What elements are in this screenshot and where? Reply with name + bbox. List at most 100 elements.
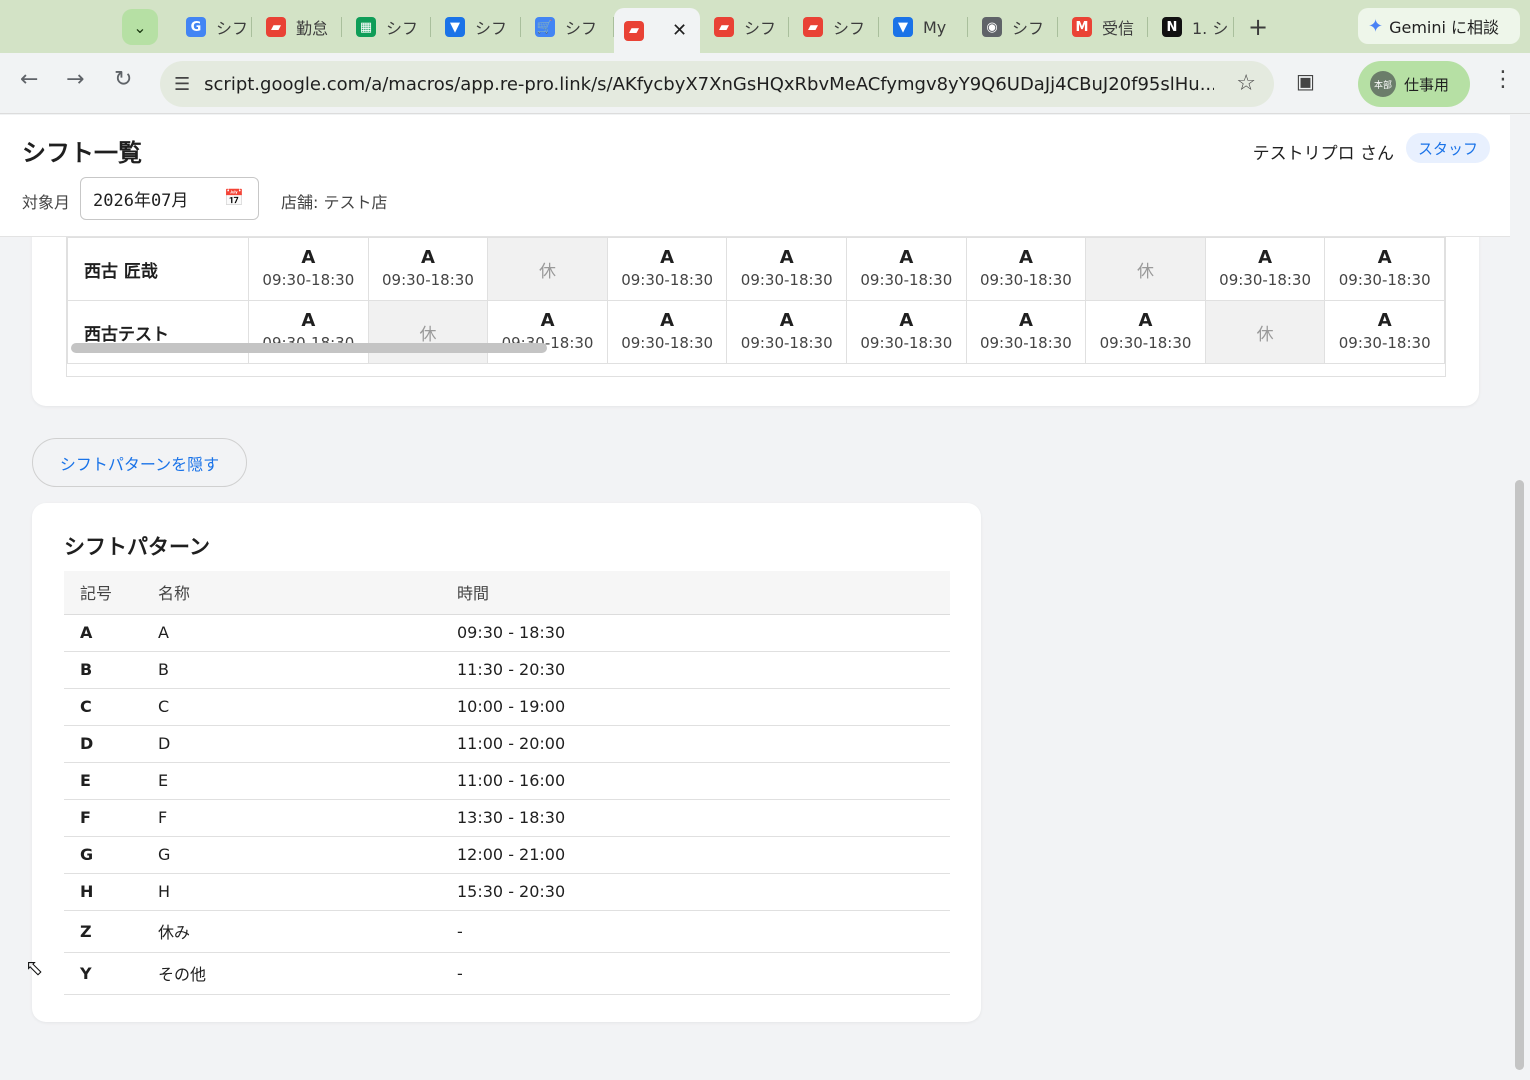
shift-cell[interactable]: A09:30-18:30 — [846, 237, 967, 301]
shift-symbol: A — [779, 247, 794, 268]
pattern-row: F F 13:30 - 18:30 — [64, 799, 950, 837]
pattern-row: Z 休み - — [64, 910, 950, 953]
pattern-row: Y その他 - — [64, 952, 950, 995]
browser-tab-label: シフ — [833, 19, 866, 38]
mouse-cursor-icon: ⬁ — [25, 956, 44, 981]
address-bar[interactable]: ☰ script.google.com/a/macros/app.re-pro.… — [160, 61, 1274, 107]
hide-patterns-button[interactable]: シフトパターンを隠す — [32, 438, 247, 487]
gemini-button[interactable]: ✦ Gemini に相談 — [1358, 8, 1520, 44]
shift-time: 09:30-18:30 — [1099, 334, 1192, 352]
gemini-sparkle-icon: ✦ — [1368, 15, 1384, 37]
forward-arrow-icon[interactable]: → — [66, 67, 84, 92]
shift-cell[interactable]: A09:30-18:30 — [487, 300, 608, 364]
tab-search-chevron-icon[interactable]: ⌄ — [122, 9, 158, 45]
browser-tab-label: 勤怠 — [296, 19, 329, 38]
cart-icon: 🛒 — [535, 17, 555, 37]
browser-tab[interactable]: ◉ シフ — [968, 8, 1058, 46]
browser-tab[interactable]: ▦ シフ — [342, 8, 431, 46]
browser-tab[interactable]: ▰ シフ — [789, 8, 879, 46]
shift-cell[interactable]: A09:30-18:30 — [1324, 237, 1445, 301]
vertical-scrollbar[interactable] — [1515, 480, 1524, 1070]
shift-cell[interactable]: A09:30-18:30 — [965, 237, 1087, 301]
staff-name: 西古テスト — [67, 300, 250, 364]
pattern-row: H H 15:30 - 20:30 — [64, 873, 950, 911]
shift-cell-off[interactable]: 休 — [367, 300, 489, 364]
calendar-icon[interactable]: 📅 — [224, 188, 244, 207]
shift-cell[interactable]: A09:30-18:30 — [965, 300, 1087, 364]
browser-tab[interactable]: M 受信 — [1058, 8, 1148, 46]
tab-separator — [1233, 17, 1234, 37]
shift-cell[interactable]: A09:30-18:30 — [248, 300, 369, 364]
browser-tab-label: シフ — [475, 19, 508, 38]
shift-symbol: A — [301, 310, 316, 331]
shift-cell[interactable]: A09:30-18:30 — [1324, 300, 1445, 364]
notion-icon: N — [1162, 17, 1182, 37]
shift-symbol: A — [420, 247, 435, 268]
pattern-time: 12:00 - 21:00 — [457, 836, 950, 874]
pattern-symbol: G — [64, 836, 158, 874]
shift-time: 09:30-18:30 — [860, 334, 953, 352]
shift-symbol: A — [660, 310, 675, 331]
browser-tab[interactable]: ▼ My — [879, 8, 968, 46]
back-arrow-icon[interactable]: ← — [20, 67, 38, 92]
browser-tab[interactable]: G シフ — [172, 8, 252, 46]
browser-tab[interactable]: ▰ シフ — [700, 8, 789, 46]
pattern-symbol: E — [64, 762, 158, 800]
browser-tab[interactable]: ▰ ✕ — [614, 8, 700, 53]
gemini-label: Gemini に相談 — [1389, 18, 1500, 37]
reload-icon[interactable]: ↻ — [114, 67, 132, 92]
shift-time: 09:30-18:30 — [1338, 334, 1431, 352]
shift-cell[interactable]: A09:30-18:30 — [248, 237, 369, 301]
shift-cell[interactable]: A09:30-18:30 — [726, 300, 848, 364]
shift-cell-off[interactable]: 休 — [487, 237, 608, 301]
browser-tab[interactable]: ▼ シフ — [431, 8, 521, 46]
pattern-name: H — [158, 873, 457, 911]
browser-tab[interactable]: 🛒 シフ — [521, 8, 614, 46]
pattern-time: 09:30 - 18:30 — [457, 614, 950, 652]
browser-tab[interactable]: N 1. シ — [1148, 8, 1234, 46]
profile-button[interactable]: 本部 仕事用 — [1358, 61, 1470, 107]
shift-cell[interactable]: A09:30-18:30 — [726, 237, 848, 301]
shift-symbol: A — [899, 310, 914, 331]
shift-cell-off[interactable]: 休 — [1204, 300, 1326, 364]
patterns-title: シフトパターン — [64, 535, 210, 559]
shift-time: 09:30-18:30 — [1219, 271, 1312, 289]
new-tab-plus-icon[interactable]: + — [1248, 13, 1268, 41]
google-icon: G — [186, 17, 206, 37]
pattern-symbol: Y — [64, 952, 158, 995]
url-text[interactable]: script.google.com/a/macros/app.re-pro.li… — [204, 74, 1214, 95]
browser-tab-label: シフ — [1012, 19, 1045, 38]
column-header: 名称 — [158, 571, 457, 615]
shift-time: 09:30-18:30 — [382, 271, 474, 289]
schedule-row: 西古テスト A 09:30-18:30 休 A 09:30-18:30 A 09:30-18:… — [67, 300, 1445, 364]
apps-script-icon: ▰ — [266, 17, 286, 37]
globe-icon: ◉ — [982, 17, 1002, 37]
shift-time: 09:30-18:30 — [1338, 271, 1431, 289]
shift-cell-off[interactable]: 休 — [1085, 237, 1206, 301]
browser-tab-label: 受信 — [1102, 19, 1135, 38]
pattern-name: D — [158, 725, 457, 763]
browser-tab[interactable]: ▰ 勤怠 — [252, 8, 342, 46]
shift-symbol: A — [301, 247, 316, 268]
pattern-name: 休み — [158, 910, 457, 953]
shift-cell[interactable]: A 09:30-18:30 — [367, 237, 489, 301]
month-input[interactable]: 2026年07月 📅 — [80, 177, 259, 220]
shift-cell[interactable]: A09:30-18:30 — [606, 300, 728, 364]
shift-cell[interactable]: A09:30-18:30 — [606, 237, 728, 301]
shift-cell[interactable]: A09:30-18:30 — [1085, 300, 1206, 364]
pattern-symbol: H — [64, 873, 158, 911]
apps-script-icon: ▰ — [624, 20, 644, 41]
extensions-icon[interactable]: ▣ — [1296, 69, 1315, 93]
browser-tab-label: My — [923, 17, 947, 37]
schedule-grid[interactable]: 西古 匠哉 A 09:30-18:30 A 09:30-18:30 休 A 09:30-18:… — [66, 215, 1446, 377]
menu-kebab-icon[interactable]: ⋮ — [1492, 67, 1514, 92]
shift-cell[interactable]: A 09:30-18:30 — [846, 300, 967, 364]
shift-time: 09:30-18:30 — [740, 334, 833, 352]
close-tab-icon[interactable]: ✕ — [672, 20, 687, 41]
bookmark-star-icon[interactable]: ☆ — [1236, 71, 1256, 96]
browser-tab-bar: ⌄ G シフ ▰ 勤怠 ▦ シフ ▼ シフ 🛒 シフ ▰ ✕ ▰ シフ ▰ シフ ▼ My ◉ シフ M 受信 N 1. シ … — [0, 0, 1530, 53]
site-settings-icon[interactable]: ☰ — [174, 74, 190, 95]
shift-cell[interactable]: A09:30-18:30 — [1204, 237, 1326, 301]
browser-tab-label: シフ — [744, 19, 777, 38]
horizontal-scrollbar[interactable] — [71, 343, 547, 353]
